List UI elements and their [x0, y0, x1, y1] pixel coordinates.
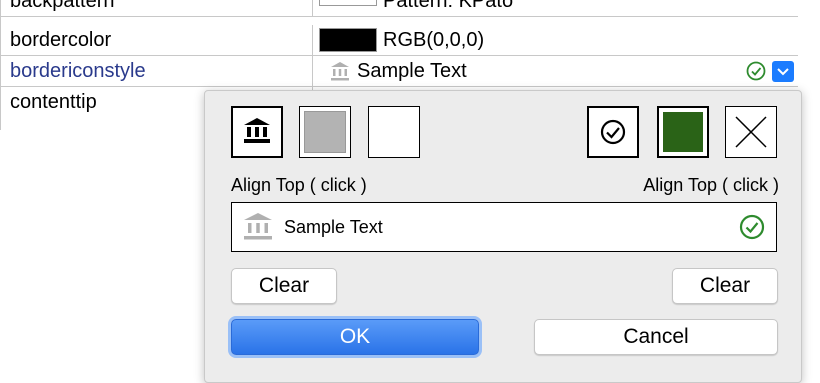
property-value-text: Sample Text	[357, 60, 467, 82]
grid-row-backpattern[interactable]: backpattern Pattern: KPato	[0, 0, 798, 17]
icon-picker-right[interactable]	[587, 106, 639, 158]
property-name: backpattern	[10, 0, 115, 12]
sample-text: Sample Text	[284, 217, 383, 237]
check-circle-icon	[746, 61, 766, 81]
property-name: contenttip	[10, 91, 97, 113]
icon-picker-left[interactable]	[231, 106, 283, 158]
property-value[interactable]: RGB(0,0,0)	[312, 25, 799, 55]
bank-icon	[244, 213, 272, 240]
clear-button-left[interactable]: Clear	[231, 268, 337, 304]
border-color-swatch-left[interactable]	[368, 106, 420, 158]
border-color-swatch-right[interactable]	[725, 106, 777, 158]
grid-row-bordercolor[interactable]: bordercolor RGB(0,0,0)	[0, 25, 798, 56]
background-color-swatch-left[interactable]	[299, 106, 351, 158]
chevron-down-icon	[777, 68, 789, 76]
dropdown-button[interactable]	[772, 61, 794, 82]
sample-preview: Sample Text	[231, 202, 777, 252]
background-color-swatch-right[interactable]	[657, 106, 709, 158]
property-value[interactable]: Sample Text	[312, 56, 799, 86]
property-name: bordercolor	[10, 29, 112, 51]
check-circle-icon	[739, 214, 765, 240]
cancel-button[interactable]: Cancel	[534, 319, 778, 355]
grid-row-bordericonstyle[interactable]: bordericonstyle Sample Text	[0, 56, 798, 87]
check-circle-icon	[600, 119, 626, 145]
align-top-label-right[interactable]: Align Top ( click )	[643, 175, 779, 196]
bank-icon	[244, 118, 270, 143]
property-value-text: RGB(0,0,0)	[383, 29, 485, 51]
align-top-label-left[interactable]: Align Top ( click )	[231, 175, 367, 196]
ok-button[interactable]: OK	[231, 319, 479, 355]
property-value-text: Pattern: KPato	[383, 0, 514, 12]
clear-button-right[interactable]: Clear	[672, 268, 778, 304]
bank-icon	[331, 62, 349, 81]
x-icon	[735, 116, 767, 148]
property-name: bordericonstyle	[10, 60, 146, 82]
color-swatch	[319, 28, 377, 52]
property-value[interactable]: Pattern: KPato	[312, 0, 799, 16]
icon-style-popup: Align Top ( click ) Align Top ( click ) …	[204, 90, 802, 383]
pattern-swatch	[319, 0, 377, 6]
